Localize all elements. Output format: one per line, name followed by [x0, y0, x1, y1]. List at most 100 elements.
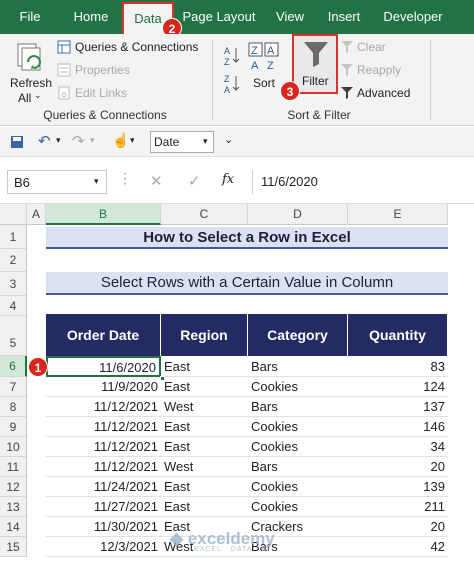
reapply-button[interactable]: Reapply — [357, 63, 401, 77]
cell-order-date[interactable]: 11/24/2021 — [46, 477, 161, 497]
edit-links-button[interactable]: Edit Links — [75, 86, 127, 100]
row-header-15[interactable]: 15 — [0, 537, 27, 557]
cell-quantity[interactable]: 42 — [348, 537, 448, 557]
save-icon[interactable] — [10, 135, 24, 149]
name-box[interactable]: B6 ▾ — [7, 170, 107, 194]
properties-button[interactable]: Properties — [75, 63, 130, 77]
row-header-14[interactable]: 14 — [0, 517, 27, 537]
cell-quantity[interactable]: 211 — [348, 497, 448, 517]
cell-category[interactable]: Cookies — [248, 417, 348, 437]
cell-region[interactable]: East — [161, 377, 248, 397]
cell-category[interactable]: Cookies — [248, 477, 348, 497]
chevron-down-icon[interactable]: ⌄ — [34, 90, 42, 101]
customize-toolbar-icon[interactable]: ⌄ — [224, 133, 233, 146]
column-header-b[interactable]: B — [46, 204, 161, 225]
column-header-e[interactable]: E — [348, 204, 448, 225]
row-header-9[interactable]: 9 — [0, 417, 27, 437]
cell-order-date[interactable]: 11/12/2021 — [46, 457, 161, 477]
sort-icon[interactable]: Z AA Z — [248, 42, 280, 72]
touch-mode-icon[interactable]: ☝ — [112, 132, 129, 149]
sort-z-a-icon[interactable]: ZA — [222, 72, 242, 96]
insert-function-button[interactable]: fx — [222, 172, 234, 187]
sort-a-z-icon[interactable]: AZ — [222, 44, 242, 68]
undo-dropdown-icon[interactable]: ▾ — [56, 135, 61, 146]
cell-order-date[interactable]: 11/30/2021 — [46, 517, 161, 537]
cell-order-date[interactable]: 12/3/2021 — [46, 537, 161, 557]
cell-category[interactable]: Cookies — [248, 437, 348, 457]
cell-order-date[interactable]: 11/12/2021 — [46, 437, 161, 457]
cell-region[interactable]: East — [161, 356, 248, 377]
cell-category[interactable]: Bars — [248, 457, 348, 477]
header-category[interactable]: Category — [248, 314, 348, 356]
header-quantity[interactable]: Quantity — [348, 314, 448, 356]
cell-quantity[interactable]: 146 — [348, 417, 448, 437]
tab-home[interactable]: Home — [68, 0, 114, 34]
row-header-13[interactable]: 13 — [0, 497, 27, 517]
cell-region[interactable]: East — [161, 417, 248, 437]
cell-order-date[interactable]: 11/12/2021 — [46, 397, 161, 417]
cell-category[interactable]: Bars — [248, 356, 348, 377]
tab-file[interactable]: File — [10, 0, 50, 34]
cell-region[interactable]: West — [161, 457, 248, 477]
row-header-4[interactable]: 4 — [0, 296, 27, 316]
tab-insert[interactable]: Insert — [322, 0, 366, 34]
cell-category[interactable]: Cookies — [248, 497, 348, 517]
sheet-title[interactable]: How to Select a Row in Excel — [46, 227, 448, 249]
sheet-subtitle[interactable]: Select Rows with a Certain Value in Colu… — [46, 272, 448, 295]
row-header-11[interactable]: 11 — [0, 457, 27, 477]
formula-input[interactable]: 11/6/2020 — [252, 170, 474, 194]
row-header-10[interactable]: 10 — [0, 437, 27, 457]
row-header-5[interactable]: 5 — [0, 316, 27, 356]
row-header-6[interactable]: 6 — [0, 356, 27, 377]
row-header-8[interactable]: 8 — [0, 397, 27, 417]
header-order-date[interactable]: Order Date — [46, 314, 161, 356]
cell-category[interactable]: Cookies — [248, 377, 348, 397]
cell-quantity[interactable]: 124 — [348, 377, 448, 397]
row-header-7[interactable]: 7 — [0, 377, 27, 397]
cell-order-date[interactable]: 11/27/2021 — [46, 497, 161, 517]
cell-quantity[interactable]: 20 — [348, 517, 448, 537]
cell-region[interactable]: West — [161, 397, 248, 417]
tab-page-layout[interactable]: Page Layout — [180, 0, 258, 34]
filter-button[interactable]: Filter — [292, 34, 338, 94]
cell-region[interactable]: East — [161, 497, 248, 517]
fill-handle[interactable] — [160, 376, 165, 381]
redo-icon[interactable]: ↷ — [72, 132, 85, 150]
ribbon-separator — [212, 40, 213, 120]
number-format-select[interactable]: Date ▾ — [150, 131, 214, 153]
refresh-all-label[interactable]: Refresh — [10, 76, 52, 90]
advanced-button[interactable]: Advanced — [357, 86, 410, 100]
header-region[interactable]: Region — [161, 314, 248, 356]
cancel-icon[interactable]: ✕ — [150, 172, 163, 190]
cell-quantity[interactable]: 137 — [348, 397, 448, 417]
cell-order-date[interactable]: 11/9/2020 — [46, 377, 161, 397]
row-header-1[interactable]: 1 — [0, 225, 27, 249]
sort-button[interactable]: Sort — [253, 76, 275, 90]
column-header-a[interactable]: A — [27, 204, 46, 225]
row-header-2[interactable]: 2 — [0, 249, 27, 272]
cell-region[interactable]: East — [161, 437, 248, 457]
tab-developer[interactable]: Developer — [380, 0, 446, 34]
queries-connections-button[interactable]: Queries & Connections — [75, 40, 198, 54]
row-header-12[interactable]: 12 — [0, 477, 27, 497]
row-header-3[interactable]: 3 — [0, 272, 27, 296]
cell-b6-active[interactable]: 11/6/2020 — [46, 356, 161, 377]
cell-category[interactable]: Bars — [248, 397, 348, 417]
refresh-all-label-2[interactable]: All — [18, 91, 31, 105]
tab-view[interactable]: View — [270, 0, 310, 34]
cell-quantity[interactable]: 34 — [348, 437, 448, 457]
clear-button[interactable]: Clear — [357, 40, 386, 54]
cell-region[interactable]: East — [161, 477, 248, 497]
redo-dropdown-icon[interactable]: ▾ — [90, 135, 95, 146]
cell-quantity[interactable]: 20 — [348, 457, 448, 477]
enter-icon[interactable]: ✓ — [188, 172, 201, 190]
select-all-corner[interactable] — [0, 204, 27, 225]
cell-quantity[interactable]: 139 — [348, 477, 448, 497]
cell-order-date[interactable]: 11/12/2021 — [46, 417, 161, 437]
cell-quantity[interactable]: 83 — [348, 356, 448, 377]
column-header-d[interactable]: D — [248, 204, 348, 225]
touch-dropdown-icon[interactable]: ▾ — [130, 135, 135, 146]
refresh-all-icon[interactable] — [16, 42, 46, 74]
column-header-c[interactable]: C — [161, 204, 248, 225]
undo-icon[interactable]: ↶ — [38, 132, 51, 150]
